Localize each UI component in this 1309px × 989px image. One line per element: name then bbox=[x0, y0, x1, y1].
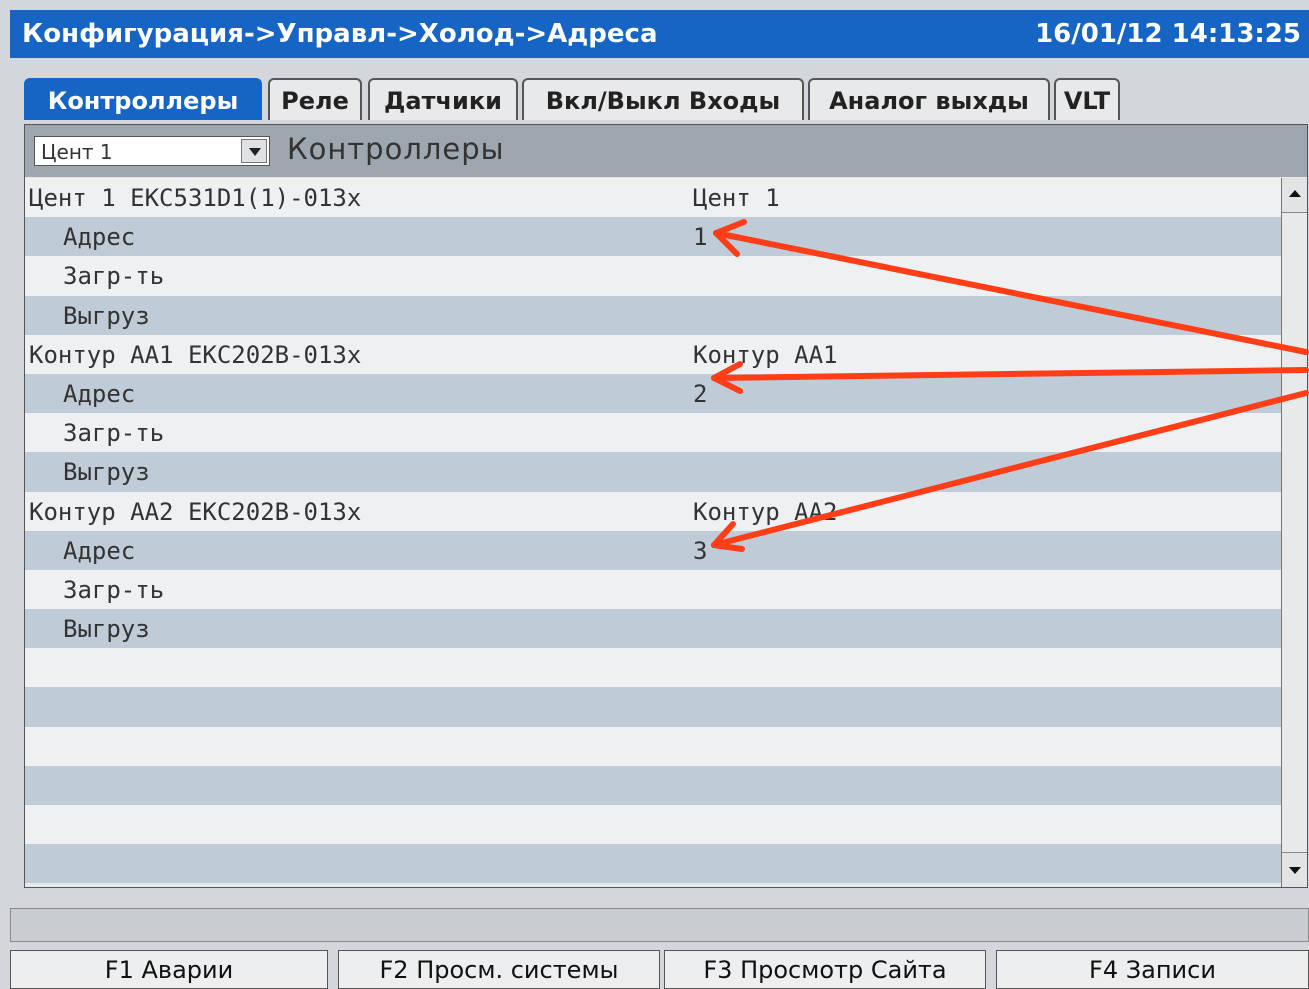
panel-toolbar: Цент 1 Контроллеры bbox=[25, 125, 1307, 177]
plant-selector-value: Цент 1 bbox=[41, 140, 113, 164]
parameter-row[interactable]: Выгруз bbox=[25, 295, 1281, 335]
controller-header-row[interactable]: Контур AA2 EKC202B-013x Контур AA2 bbox=[25, 491, 1281, 531]
tab-relays[interactable]: Реле bbox=[268, 78, 362, 120]
vertical-scrollbar[interactable] bbox=[1281, 178, 1307, 887]
controller-header-row[interactable]: Контур AA1 EKC202B-013x Контур AA1 bbox=[25, 334, 1281, 374]
status-bar bbox=[10, 908, 1309, 942]
f4-logs-button[interactable]: F4 Записи bbox=[996, 950, 1309, 989]
tab-vlt[interactable]: VLT bbox=[1054, 78, 1120, 120]
row-value: Цент 1 bbox=[693, 184, 780, 212]
row-label: Загр-ть bbox=[63, 262, 165, 291]
row-label: Выгруз bbox=[63, 458, 150, 487]
tab-analog-outputs[interactable]: Аналог выхды bbox=[808, 78, 1050, 120]
tab-controllers[interactable]: Контроллеры bbox=[24, 78, 262, 120]
date-time: 16/01/12 14:13:25 bbox=[1035, 19, 1301, 49]
breadcrumb: Конфигурация->Управл->Холод->Адреса bbox=[22, 19, 658, 49]
row-label: Контур AA2 EKC202B-013x bbox=[29, 497, 362, 526]
empty-row bbox=[25, 765, 1281, 805]
row-value[interactable]: 3 bbox=[693, 537, 707, 565]
parameter-row[interactable]: Адрес 3 bbox=[25, 530, 1281, 570]
row-value[interactable]: 2 bbox=[693, 380, 707, 408]
section-title: Контроллеры bbox=[287, 132, 505, 166]
row-label: Адрес bbox=[63, 379, 136, 408]
row-value: Контур AA2 bbox=[693, 497, 838, 526]
empty-row bbox=[25, 687, 1281, 727]
chevron-down-icon[interactable] bbox=[241, 139, 267, 163]
row-value: Контур AA1 bbox=[693, 340, 838, 369]
f1-alarms-button[interactable]: F1 Аварии bbox=[10, 950, 328, 989]
title-bar: Конфигурация->Управл->Холод->Адреса 16/0… bbox=[10, 10, 1309, 58]
plant-selector[interactable]: Цент 1 bbox=[34, 136, 270, 166]
scroll-up-arrow-icon[interactable] bbox=[1282, 178, 1307, 213]
parameter-row[interactable]: Загр-ть bbox=[25, 413, 1281, 453]
parameter-row[interactable]: Загр-ть bbox=[25, 569, 1281, 610]
row-label: Цент 1 EKC531D1(1)-013x bbox=[29, 184, 362, 212]
row-label: Загр-ть bbox=[63, 419, 165, 448]
empty-row bbox=[25, 805, 1281, 845]
scroll-down-arrow-icon[interactable] bbox=[1282, 852, 1307, 887]
row-label: Загр-ть bbox=[63, 575, 165, 604]
row-label: Контур AA1 EKC202B-013x bbox=[29, 340, 362, 369]
controllers-panel: Цент 1 Контроллеры Цент 1 EKC531D1(1)-01… bbox=[24, 124, 1308, 888]
empty-row bbox=[25, 844, 1281, 884]
controller-header-row[interactable]: Цент 1 EKC531D1(1)-013x Цент 1 bbox=[25, 178, 1281, 218]
tab-sensors[interactable]: Датчики bbox=[368, 78, 518, 120]
address-list: Цент 1 EKC531D1(1)-013x Цент 1 Адрес 1 Загр-… bbox=[25, 178, 1281, 884]
row-label: Выгруз bbox=[63, 301, 150, 330]
row-value[interactable]: 1 bbox=[693, 223, 707, 251]
f3-site-view-button[interactable]: F3 Просмотр Сайта bbox=[664, 950, 986, 989]
tab-onoff-inputs[interactable]: Вкл/Выкл Входы bbox=[522, 78, 804, 120]
parameter-row[interactable]: Выгруз bbox=[25, 452, 1281, 492]
row-label: Адрес bbox=[63, 536, 136, 565]
parameter-row[interactable]: Адрес 1 bbox=[25, 217, 1281, 257]
f2-system-view-button[interactable]: F2 Просм. системы bbox=[338, 950, 660, 989]
row-label: Адрес bbox=[63, 223, 136, 252]
function-key-bar: F1 Аварии F2 Просм. системы F3 Просмотр … bbox=[10, 950, 1309, 989]
parameter-row[interactable]: Выгруз bbox=[25, 609, 1281, 649]
parameter-row[interactable]: Загр-ть bbox=[25, 256, 1281, 296]
empty-row bbox=[25, 726, 1281, 766]
empty-row bbox=[25, 648, 1281, 688]
row-label: Выгруз bbox=[63, 615, 150, 644]
tab-bar: Контроллеры Реле Датчики Вкл/Выкл Входы … bbox=[24, 78, 1284, 122]
parameter-row[interactable]: Адрес 2 bbox=[25, 373, 1281, 414]
